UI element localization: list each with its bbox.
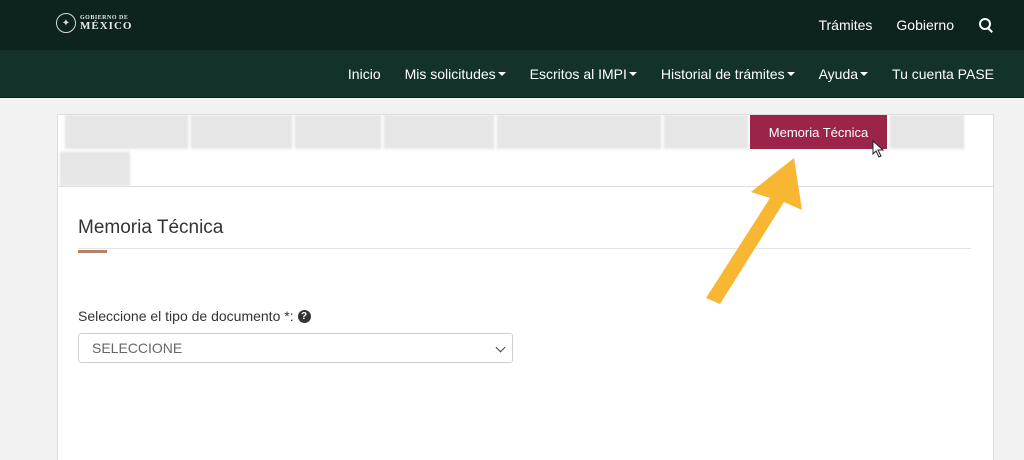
nav-label: Tu cuenta PASE xyxy=(892,66,994,82)
tab-blurred-2[interactable] xyxy=(191,115,292,149)
tab-blurred-3[interactable] xyxy=(295,115,381,149)
caret-down-icon xyxy=(497,72,506,76)
search-icon[interactable] xyxy=(978,17,994,33)
form-panel: Memoria Técnica Memoria Técnica Seleccio… xyxy=(57,114,994,460)
tab-blurred-5[interactable] xyxy=(497,115,661,149)
caret-down-icon xyxy=(628,72,637,76)
nav-label: Inicio xyxy=(347,66,381,82)
nav-mis-solicitudes[interactable]: Mis solicitudes xyxy=(405,66,506,82)
top-header: ✦ GOBIERNO DE MÉXICO Trámites Gobierno xyxy=(0,0,1024,50)
nav-label: Escritos al IMPI xyxy=(529,66,627,82)
tab-blurred-8[interactable] xyxy=(60,152,130,186)
doc-type-label: Seleccione el tipo de documento *: ? xyxy=(78,308,311,324)
nav-inicio[interactable]: Inicio xyxy=(348,66,381,82)
caret-down-icon xyxy=(860,72,869,76)
main-nav: Inicio Mis solicitudes Escritos al IMPI … xyxy=(0,50,1024,98)
tab-blurred-7[interactable] xyxy=(890,115,964,149)
gobierno-link[interactable]: Gobierno xyxy=(896,17,954,33)
nav-escritos-impi[interactable]: Escritos al IMPI xyxy=(530,66,637,82)
tab-blurred-6[interactable] xyxy=(664,115,748,149)
logo-line-2: MÉXICO xyxy=(80,19,133,32)
tab-blurred-4[interactable] xyxy=(384,115,494,149)
nav-ayuda[interactable]: Ayuda xyxy=(818,66,869,82)
nav-tu-cuenta-pase[interactable]: Tu cuenta PASE xyxy=(892,66,994,82)
gobierno-mexico-logo[interactable]: ✦ GOBIERNO DE MÉXICO xyxy=(56,13,132,33)
nav-historial-tramites[interactable]: Historial de trámites xyxy=(661,66,795,82)
nav-label: Ayuda xyxy=(818,66,859,82)
doc-type-label-text: Seleccione el tipo de documento *: xyxy=(78,308,294,324)
section-title: Memoria Técnica xyxy=(78,217,224,238)
mouse-cursor-icon xyxy=(872,140,885,158)
nav-label: Historial de trámites xyxy=(660,66,785,82)
chevron-down-icon xyxy=(495,342,506,353)
header-links: Trámites Gobierno xyxy=(818,0,994,50)
doc-type-select[interactable]: SELECCIONE xyxy=(78,333,513,363)
tab-memoria-tecnica[interactable]: Memoria Técnica xyxy=(750,115,887,149)
title-accent-bar xyxy=(78,250,107,253)
tramites-link[interactable]: Trámites xyxy=(818,17,872,33)
tab-blurred-1[interactable] xyxy=(65,115,188,149)
eagle-seal-icon: ✦ xyxy=(56,13,76,33)
tab-bar: Memoria Técnica xyxy=(58,115,993,187)
title-divider xyxy=(78,248,971,249)
doc-type-select-value: SELECCIONE xyxy=(92,340,183,356)
nav-label: Mis solicitudes xyxy=(404,66,496,82)
question-circle-icon[interactable]: ? xyxy=(297,309,311,323)
caret-down-icon xyxy=(786,72,795,76)
